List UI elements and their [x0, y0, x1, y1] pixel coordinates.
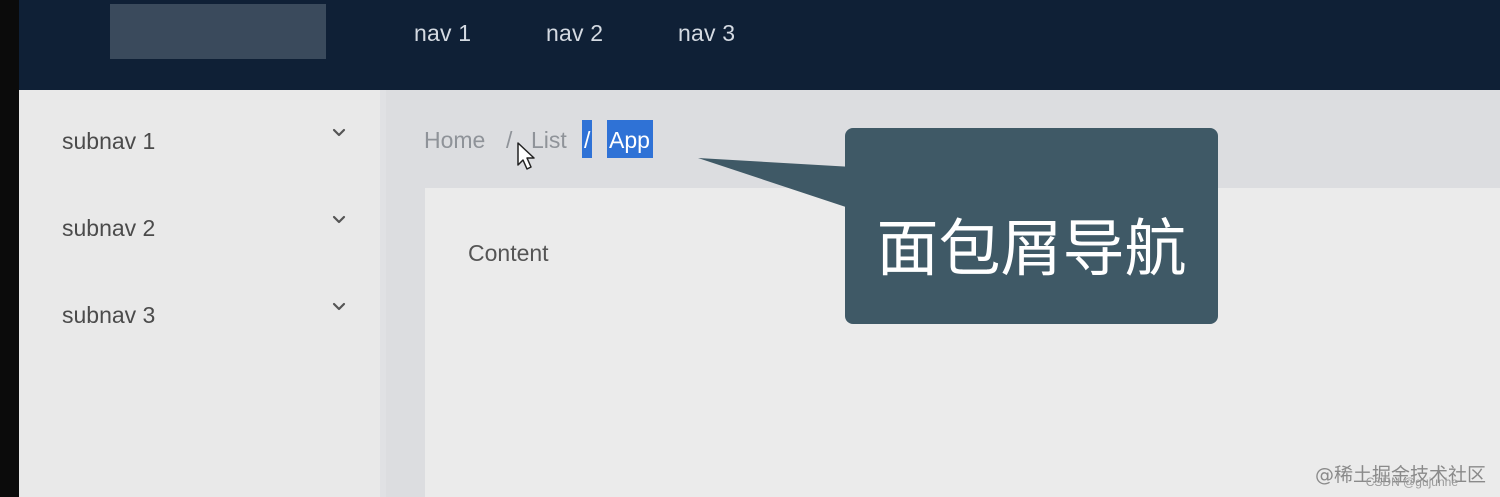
sidebar-divider	[380, 90, 386, 497]
top-header: nav 1 nav 2 nav 3	[19, 0, 1500, 90]
app-layout: nav 1 nav 2 nav 3 subnav 1 subnav 2 subn…	[19, 0, 1500, 497]
chevron-down-icon	[332, 128, 346, 137]
logo	[110, 4, 326, 59]
sidebar-item-label: subnav 1	[62, 128, 156, 154]
breadcrumb-separator: /	[584, 127, 591, 153]
nav-item-3[interactable]: nav 3	[678, 20, 735, 47]
sidebar-item-subnav-3[interactable]: subnav 3	[62, 296, 362, 336]
chevron-down-icon	[332, 302, 346, 311]
breadcrumb-home[interactable]: Home	[424, 127, 485, 154]
mouse-cursor-icon	[517, 142, 535, 170]
callout-text: 面包屑导航	[876, 212, 1187, 285]
nav-item-1[interactable]: nav 1	[414, 20, 471, 47]
sidebar: subnav 1 subnav 2 subnav 3	[19, 90, 380, 497]
sidebar-item-subnav-2[interactable]: subnav 2	[62, 209, 362, 249]
chevron-down-icon	[332, 215, 346, 224]
watermark-sub: CSDN @gujunhe	[1365, 475, 1458, 489]
content-text: Content	[468, 240, 549, 266]
breadcrumb-app: App	[609, 127, 650, 153]
sidebar-item-subnav-1[interactable]: subnav 1	[62, 122, 362, 162]
sidebar-item-label: subnav 2	[62, 215, 156, 241]
sidebar-item-label: subnav 3	[62, 302, 156, 328]
breadcrumb-separator: /	[506, 127, 513, 153]
nav-item-2[interactable]: nav 2	[546, 20, 603, 47]
callout-bubble: 面包屑导航	[845, 128, 1218, 324]
